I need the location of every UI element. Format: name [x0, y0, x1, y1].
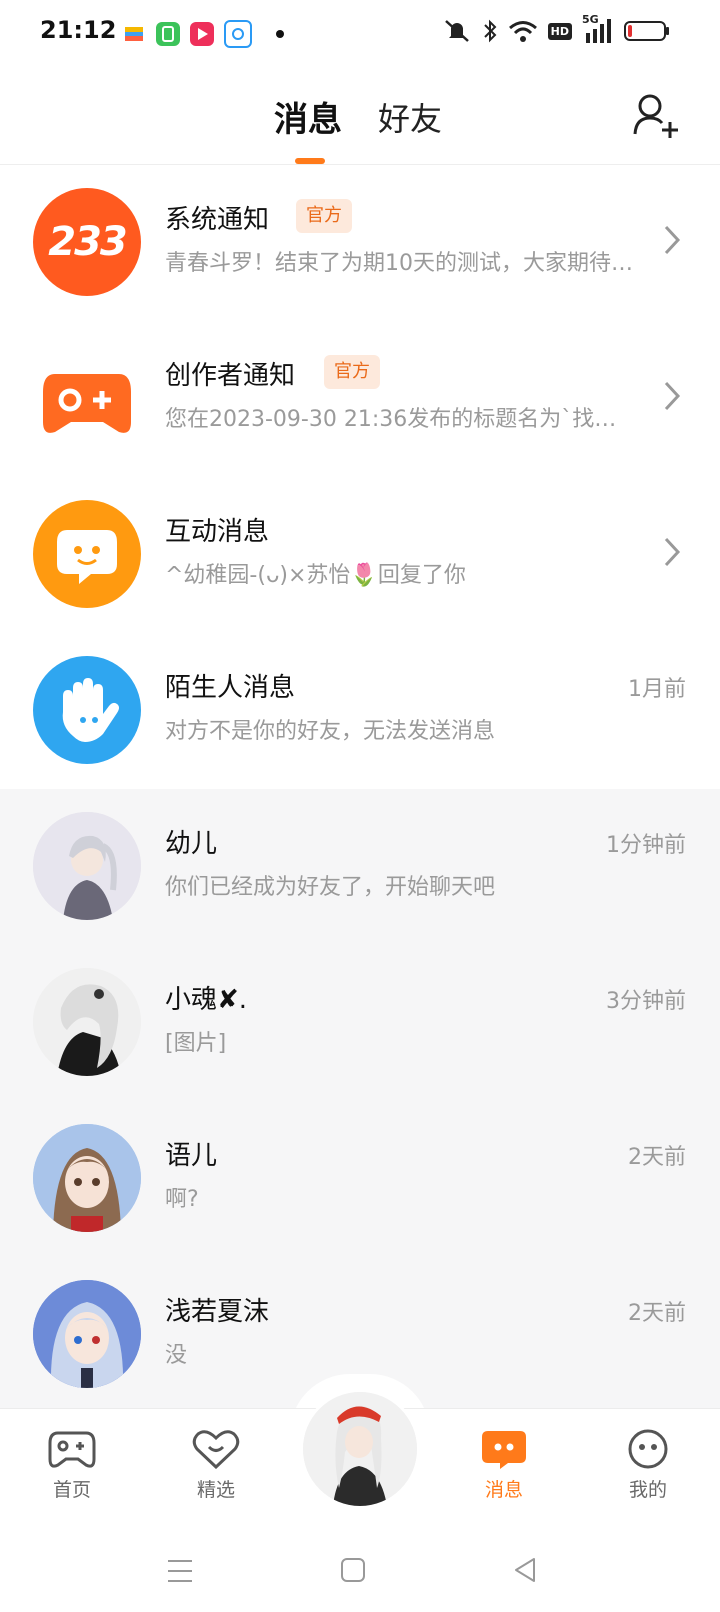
smiley-face-icon	[628, 1429, 668, 1469]
wave-hand-icon	[33, 656, 141, 764]
chevron-right-icon	[664, 537, 681, 567]
system-status-icons: HD 5G	[442, 13, 670, 44]
list-item-creator-notice[interactable]: 创作者通知 官方 您在2023-09-30 21:36发布的标题名为`找金币`的…	[0, 321, 720, 477]
chat-time: 2天前	[628, 1301, 686, 1326]
chat-name: 幼儿	[165, 829, 218, 859]
interaction-messages-title: 互动消息	[165, 517, 270, 547]
hd-icon: HD	[547, 22, 572, 40]
notification-app-icons	[122, 20, 284, 48]
add-friend-button[interactable]	[632, 90, 682, 140]
nav-mine[interactable]: 我的	[598, 1429, 698, 1502]
message-list: 233 系统通知 官方 青春斗罗！结束了为期10天的测试，大家期待已久的... …	[0, 165, 720, 1413]
chat-preview: [图片]	[165, 1031, 227, 1056]
chat-bubble-icon	[33, 500, 141, 608]
chat-preview: 你们已经成为好友了，开始聊天吧	[165, 875, 496, 900]
phone-cleaner-icon	[156, 22, 180, 46]
browser-app-icon	[224, 20, 252, 48]
list-item-chat[interactable]: 幼儿 1分钟前 你们已经成为好友了，开始聊天吧	[0, 789, 720, 945]
tab-friends[interactable]: 好友	[378, 94, 442, 140]
messages-header: 消息 好友	[0, 64, 720, 165]
chat-name: 浅若夏沫	[165, 1297, 270, 1327]
official-badge: 官方	[324, 355, 380, 389]
status-bar: 21:12 HD 5G	[0, 0, 720, 64]
gamepad-icon	[48, 1431, 96, 1468]
nav-mine-label: 我的	[628, 1479, 667, 1501]
list-item-chat[interactable]: 语儿 2天前 啊?	[0, 1101, 720, 1257]
chat-time: 2天前	[628, 1145, 686, 1170]
avatar	[33, 968, 141, 1076]
list-item-chat[interactable]: 小魂✘. 3分钟前 [图片]	[0, 945, 720, 1101]
heart-chat-icon	[192, 1430, 240, 1470]
signal-5g-icon: 5G	[582, 13, 614, 43]
chat-name: 语儿	[165, 1141, 218, 1171]
wifi-icon	[508, 19, 538, 43]
system-notice-title: 系统通知	[165, 205, 270, 235]
chat-time: 3分钟前	[606, 989, 686, 1014]
chat-name: 小魂✘.	[165, 985, 248, 1015]
list-item-interaction-messages[interactable]: 互动消息 ^幼稚园-(ᴗ)×苏怡🌷回复了你	[0, 477, 720, 633]
tab-messages[interactable]: 消息	[274, 92, 342, 141]
system-nav-bar	[0, 1528, 720, 1612]
chevron-right-icon	[664, 225, 681, 255]
233-logo-text: 233	[48, 219, 127, 265]
chat-preview: 没	[165, 1343, 188, 1368]
interaction-messages-preview: ^幼稚园-(ᴗ)×苏怡🌷回复了你	[165, 563, 466, 588]
menu-icon[interactable]	[166, 1558, 194, 1584]
avatar	[33, 1124, 141, 1232]
avatar	[33, 812, 141, 920]
nav-center-avatar[interactable]	[303, 1392, 417, 1506]
official-badge: 官方	[296, 199, 352, 233]
chat-preview: 啊?	[165, 1187, 199, 1212]
creator-notice-title: 创作者通知	[165, 361, 296, 391]
avatar	[33, 1280, 141, 1388]
gamepad-icon	[33, 344, 141, 452]
system-notice-preview: 青春斗罗！结束了为期10天的测试，大家期待已久的...	[165, 251, 635, 276]
video-app-icon	[190, 22, 214, 46]
creator-notice-preview: 您在2023-09-30 21:36发布的标题名为`找金币`的作品...	[165, 407, 635, 432]
wallet-icon	[122, 22, 146, 46]
home-square-icon[interactable]	[340, 1557, 366, 1583]
chat-time: 1分钟前	[606, 833, 686, 858]
active-tab-indicator	[295, 158, 325, 164]
nav-messages[interactable]: 消息	[454, 1429, 554, 1502]
nav-featured[interactable]: 精选	[166, 1429, 266, 1502]
battery-low-icon	[624, 19, 670, 43]
add-friend-icon	[633, 94, 678, 138]
nav-home-label: 首页	[52, 1479, 91, 1501]
status-time: 21:12	[40, 16, 117, 44]
chevron-right-icon	[664, 381, 681, 411]
233-logo-icon: 233	[33, 188, 141, 296]
mute-icon	[442, 18, 472, 44]
nav-home[interactable]: 首页	[22, 1429, 122, 1502]
list-item-system-notice[interactable]: 233 系统通知 官方 青春斗罗！结束了为期10天的测试，大家期待已久的...	[0, 165, 720, 321]
list-item-stranger-messages[interactable]: 陌生人消息 1月前 对方不是你的好友，无法发送消息	[0, 633, 720, 789]
message-bubble-icon	[482, 1431, 526, 1469]
bluetooth-icon	[482, 18, 498, 44]
stranger-messages-time: 1月前	[628, 677, 686, 702]
nav-messages-label: 消息	[484, 1479, 523, 1501]
back-triangle-icon[interactable]	[512, 1556, 538, 1584]
stranger-messages-preview: 对方不是你的好友，无法发送消息	[165, 719, 496, 744]
more-notifications-dot	[276, 30, 284, 38]
nav-featured-label: 精选	[196, 1479, 235, 1501]
stranger-messages-title: 陌生人消息	[165, 673, 296, 703]
